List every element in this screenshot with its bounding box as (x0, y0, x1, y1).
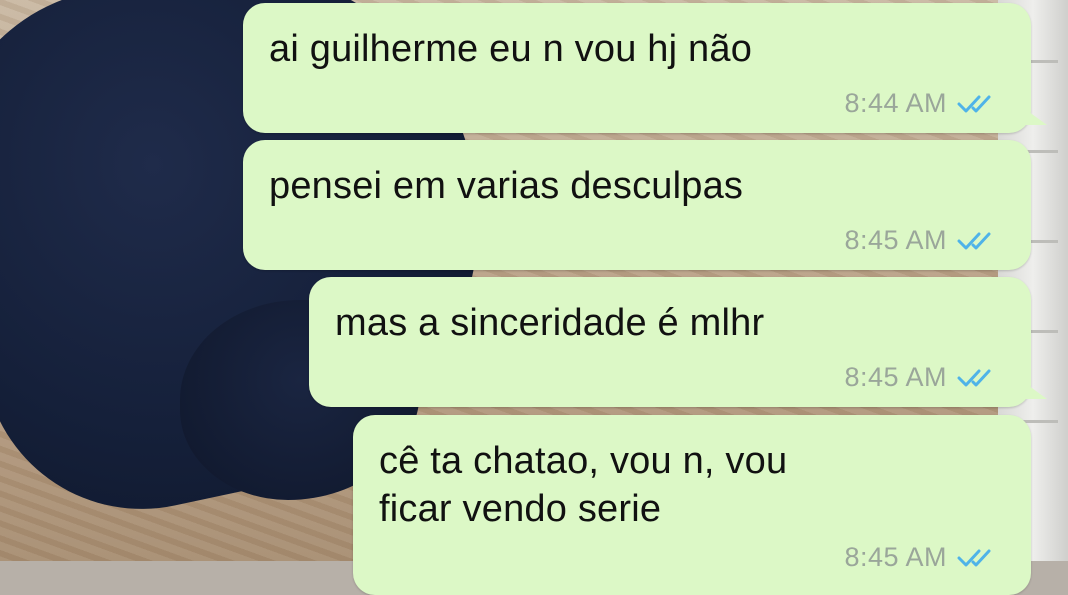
message-time: 8:45 AM (844, 225, 947, 255)
message-bubble-outgoing[interactable]: mas a sinceridade é mlhr 8:45 AM (309, 277, 1047, 407)
message-meta: 8:45 AM (844, 542, 1001, 573)
message-bubble-outgoing[interactable]: ai guilherme eu n vou hj não 8:44 AM (243, 3, 1047, 133)
message-bubble-outgoing[interactable]: pensei em varias desculpas 8:45 AM (243, 140, 1031, 270)
message-time: 8:45 AM (844, 542, 947, 572)
message-time: 8:44 AM (844, 88, 947, 118)
double-check-read-icon (957, 549, 991, 566)
message-meta: 8:45 AM (844, 362, 1001, 393)
bubble-tail (1025, 109, 1047, 125)
bubble-tail (1025, 383, 1047, 399)
chat-thread: ai guilherme eu n vou hj não 8:44 AM pen… (0, 0, 1068, 595)
message-text: ai guilherme eu n vou hj não (269, 28, 753, 70)
double-check-read-icon (957, 95, 991, 112)
message-text: pensei em varias desculpas (269, 165, 744, 207)
message-text: mas a sinceridade é mlhr (335, 302, 765, 344)
message-meta: 8:44 AM (844, 88, 1001, 119)
message-meta: 8:45 AM (844, 225, 1001, 256)
message-bubble-outgoing[interactable]: cê ta chatao, vou n, vou ficar vendo ser… (353, 415, 1031, 595)
double-check-read-icon (957, 232, 991, 249)
message-text: cê ta chatao, vou n, vou ficar vendo ser… (379, 440, 788, 530)
double-check-read-icon (957, 369, 991, 386)
message-time: 8:45 AM (844, 362, 947, 392)
